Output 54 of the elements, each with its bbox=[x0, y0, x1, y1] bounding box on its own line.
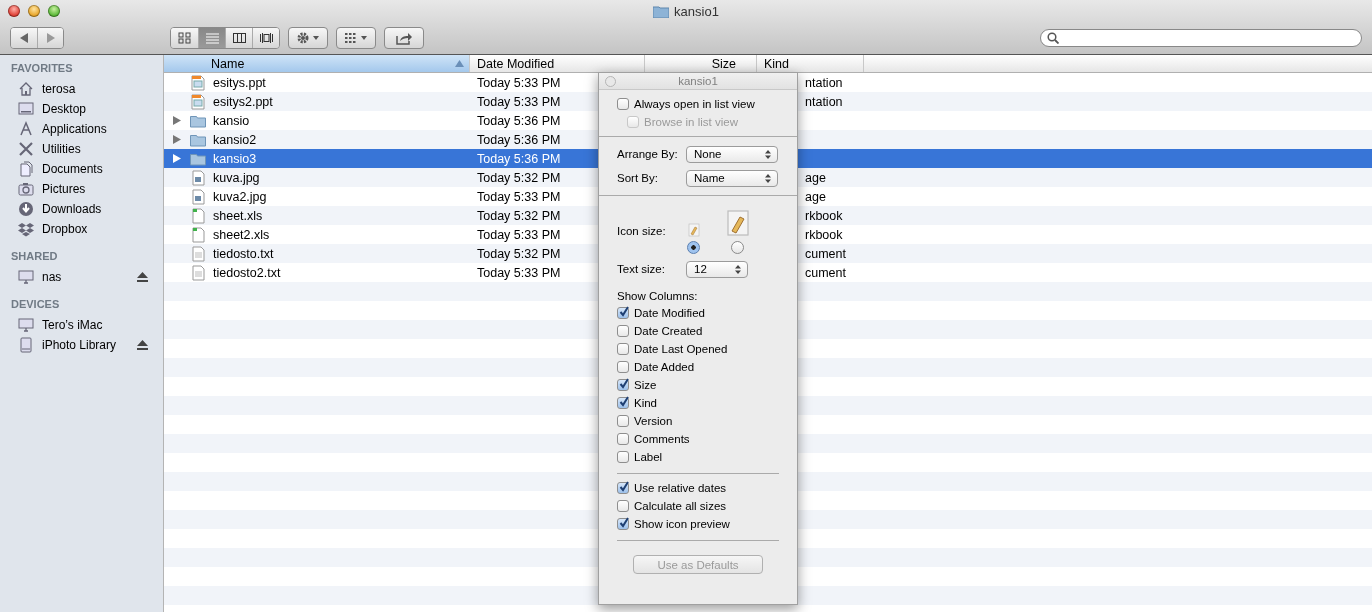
file-name: kansio bbox=[213, 113, 250, 128]
date-modified: Today 5:33 PM bbox=[477, 94, 561, 109]
date-modified: Today 5:32 PM bbox=[477, 208, 561, 223]
kind-text: ntation bbox=[805, 94, 843, 109]
window-title: kansio1 bbox=[674, 3, 719, 19]
file-name: kansio2 bbox=[213, 132, 257, 147]
checkbox-label: Always open in list view bbox=[634, 98, 755, 110]
file-name: kansio3 bbox=[213, 151, 257, 166]
kind-text: cument bbox=[805, 265, 846, 280]
date-modified: Today 5:32 PM bbox=[477, 170, 561, 185]
kind-text: rkbook bbox=[805, 208, 843, 223]
date-modified: Today 5:36 PM bbox=[477, 132, 561, 147]
file-name: sheet2.xls bbox=[213, 227, 270, 242]
checkbox-label: Comments bbox=[634, 433, 690, 445]
field-label: Text size: bbox=[617, 263, 666, 275]
date-modified: Today 5:33 PM bbox=[477, 265, 561, 280]
file-name: esitys2.ppt bbox=[213, 94, 273, 109]
date-modified: Today 5:33 PM bbox=[477, 189, 561, 204]
panel-title: kansio1 bbox=[678, 75, 718, 87]
checkbox-label: Label bbox=[634, 451, 663, 463]
checkbox-label: Size bbox=[634, 379, 657, 391]
file-name: tiedosto.txt bbox=[213, 246, 274, 261]
file-name: kuva2.jpg bbox=[213, 189, 267, 204]
date-modified: Today 5:33 PM bbox=[477, 75, 561, 90]
section-header: SHARED bbox=[10, 249, 59, 264]
date-modified: Today 5:36 PM bbox=[477, 113, 561, 128]
checkbox-label: Kind bbox=[634, 397, 658, 409]
file-name: kuva.jpg bbox=[213, 170, 260, 185]
checkbox-label: Version bbox=[634, 415, 673, 427]
checkbox-label: Date Last Opened bbox=[634, 343, 728, 355]
checkbox-label: Date Created bbox=[634, 325, 703, 337]
date-modified: Today 5:33 PM bbox=[477, 227, 561, 242]
field-label: Sort By: bbox=[617, 172, 659, 184]
kind-text: ntation bbox=[805, 75, 843, 90]
file-name: sheet.xls bbox=[213, 208, 263, 223]
field-label: Icon size: bbox=[617, 225, 666, 237]
kind-text: age bbox=[805, 170, 826, 185]
checkbox-label: Show icon preview bbox=[634, 518, 730, 530]
checkbox-label: Calculate all sizes bbox=[634, 500, 727, 512]
file-name: tiedosto2.txt bbox=[213, 265, 281, 280]
date-modified: Today 5:36 PM bbox=[477, 151, 561, 166]
checkbox-label: Use relative dates bbox=[634, 482, 727, 494]
date-modified: Today 5:32 PM bbox=[477, 246, 561, 261]
section-label: Show Columns: bbox=[617, 290, 699, 302]
kind-text: rkbook bbox=[805, 227, 843, 242]
section-header: DEVICES bbox=[10, 297, 61, 312]
kind-text: age bbox=[805, 189, 826, 204]
checkbox-label: Date Modified bbox=[634, 307, 705, 319]
kind-text: cument bbox=[805, 246, 846, 261]
checkbox-label: Browse in list view bbox=[644, 116, 738, 128]
checkbox-label: Date Added bbox=[634, 361, 695, 373]
field-label: Arrange By: bbox=[617, 148, 679, 160]
file-name: esitys.ppt bbox=[213, 75, 266, 90]
section-header: FAVORITES bbox=[10, 61, 74, 76]
